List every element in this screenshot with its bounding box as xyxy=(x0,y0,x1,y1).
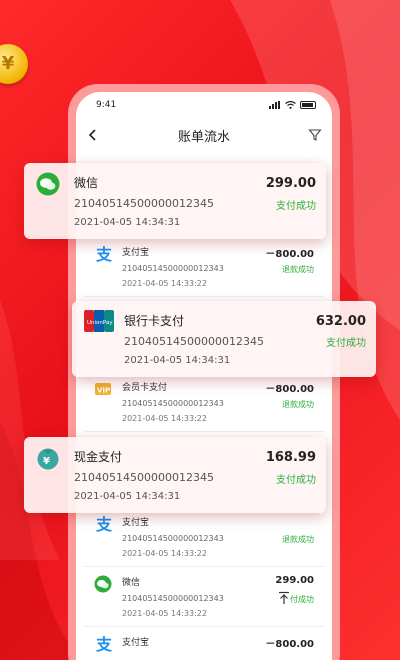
card-title: 现金支付 xyxy=(74,450,123,464)
filter-icon[interactable] xyxy=(308,128,322,142)
svg-text:支: 支 xyxy=(95,515,112,533)
svg-text:UnionPay: UnionPay xyxy=(87,320,113,326)
item-status: 退款成功 xyxy=(282,400,314,409)
item-name: 微信 xyxy=(122,578,141,588)
status-icons xyxy=(269,101,316,109)
card-status: 支付成功 xyxy=(276,475,316,486)
alipay-icon: 支 xyxy=(95,635,112,653)
wifi-icon xyxy=(285,101,296,109)
item-time: 2021-04-05 14:33:22 xyxy=(122,279,207,288)
status-time: 9:41 xyxy=(96,100,117,110)
item-time: 2021-04-05 14:33:22 xyxy=(122,414,207,423)
item-name: 支付宝 xyxy=(122,518,150,528)
card-title: 微信 xyxy=(74,176,99,190)
svg-text:支: 支 xyxy=(95,245,112,263)
card-title: 银行卡支付 xyxy=(124,314,185,328)
item-name: 支付宝 xyxy=(122,638,150,648)
card-order-id: 21040514500000012345 xyxy=(124,335,264,348)
card-order-id: 21040514500000012345 xyxy=(74,471,214,484)
page-title: 账单流水 xyxy=(177,129,230,145)
battery-icon xyxy=(300,101,316,109)
card-time: 2021-04-05 14:34:31 xyxy=(74,491,181,502)
card-time: 2021-04-05 14:34:31 xyxy=(124,355,231,366)
card-time: 2021-04-05 14:34:31 xyxy=(74,217,181,228)
back-to-top-icon[interactable] xyxy=(278,591,290,605)
status-bar: 9:41 xyxy=(76,92,332,118)
nav-bar: 账单流水 xyxy=(76,118,332,152)
unionpay-icon: UnionPay xyxy=(84,310,114,332)
item-name: 支付宝 xyxy=(122,248,150,258)
item-order-id: 21040514500000012343 xyxy=(122,534,224,543)
vip-icon: VIP xyxy=(95,383,111,395)
card-amount: 299.00 xyxy=(265,176,316,191)
signal-icon xyxy=(269,101,281,109)
list-item[interactable]: 支 支付宝 21040514500000012343 2021-04-05 14… xyxy=(84,507,324,567)
item-name: 会员卡支付 xyxy=(122,383,168,393)
item-time: 2021-04-05 14:33:22 xyxy=(122,549,207,558)
list-item[interactable]: 支 支付宝 －800.00 xyxy=(84,627,324,660)
alipay-icon: 支 xyxy=(95,515,112,533)
svg-text:¥: ¥ xyxy=(43,456,50,467)
item-status: 付成功 xyxy=(290,595,314,604)
payment-card-bank[interactable]: UnionPay 银行卡支付 21040514500000012345 2021… xyxy=(72,301,376,377)
card-order-id: 21040514500000012345 xyxy=(74,197,214,210)
cash-bag-icon: ¥ xyxy=(37,448,59,470)
item-status: 退款成功 xyxy=(282,535,314,544)
back-arrow-icon[interactable] xyxy=(86,128,100,142)
svg-text:支: 支 xyxy=(95,635,112,653)
list-item[interactable]: 微信 21040514500000012343 2021-04-05 14:33… xyxy=(84,567,324,627)
card-status: 支付成功 xyxy=(276,201,316,212)
item-time: 2021-04-05 14:33:22 xyxy=(122,609,207,618)
item-order-id: 21040514500000012343 xyxy=(122,594,224,603)
card-status: 支付成功 xyxy=(326,338,366,349)
item-amount: 299.00 xyxy=(275,575,314,586)
list-item[interactable]: 支 支付宝 2104051450000001234​3 2021-04-05 1… xyxy=(84,237,324,297)
payment-card-cash[interactable]: ¥ 现金支付 21040514500000012345 2021-04-05 1… xyxy=(24,437,326,513)
svg-text:VIP: VIP xyxy=(97,387,110,395)
list-item[interactable]: VIP 会员卡支付 21040514500000012343 2021-04-0… xyxy=(84,372,324,432)
item-amount: －800.00 xyxy=(265,249,314,260)
item-order-id: 21040514500000012343 xyxy=(122,399,224,408)
item-order-id: 2104051450000001234​3 xyxy=(122,264,224,273)
wechat-icon xyxy=(94,575,112,593)
card-amount: 168.99 xyxy=(265,450,316,465)
wechat-icon xyxy=(36,172,60,196)
card-amount: 632.00 xyxy=(315,314,366,329)
item-amount: －800.00 xyxy=(265,639,314,650)
item-amount: －800.00 xyxy=(265,384,314,395)
payment-card-wechat[interactable]: 微信 21040514500000012345 2021-04-05 14:34… xyxy=(24,163,326,239)
alipay-icon: 支 xyxy=(95,245,112,263)
item-status: 退款成功 xyxy=(282,265,314,274)
